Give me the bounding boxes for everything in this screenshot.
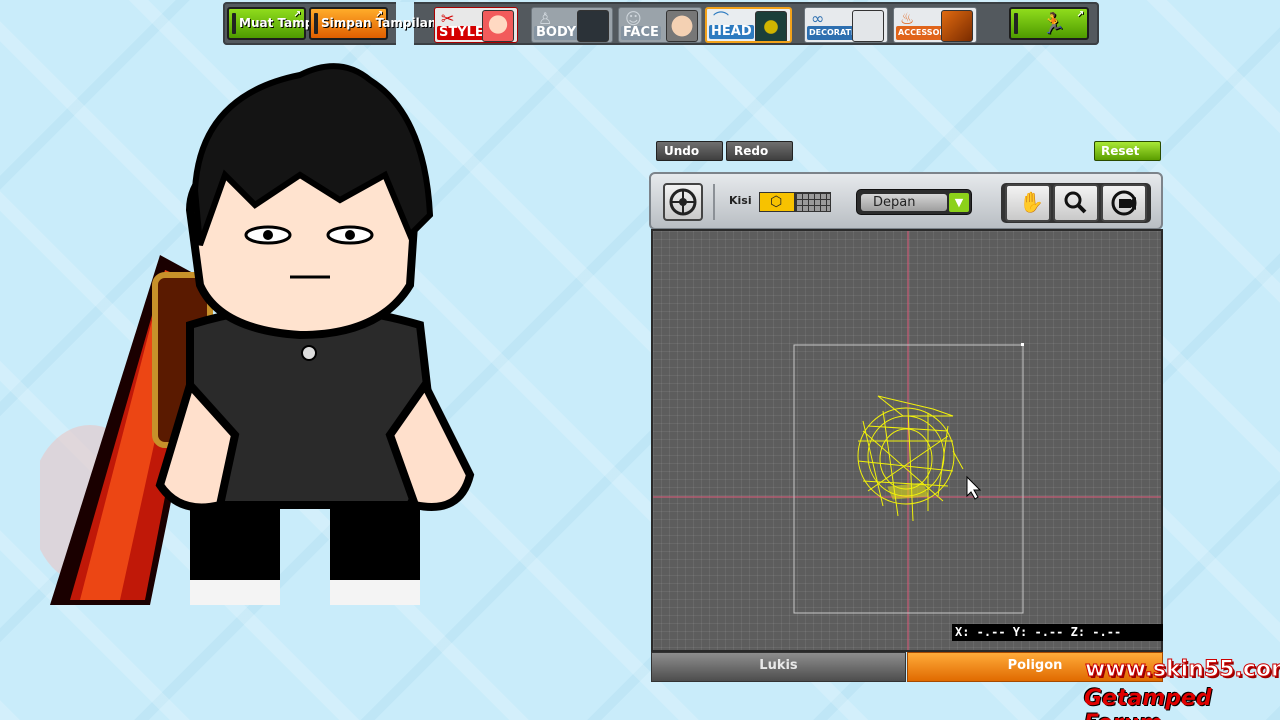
reset-button[interactable]: Reset bbox=[1094, 141, 1161, 161]
pan-button[interactable]: ✋ bbox=[1005, 184, 1051, 222]
editor-toolbar: Kisi ⬡ Depan ▼ ✋ bbox=[649, 172, 1163, 230]
wheel-icon bbox=[669, 188, 697, 216]
category-style-label: STYLE bbox=[437, 25, 486, 40]
toolbar-separator bbox=[713, 184, 715, 220]
watermark-forum: Getamped Forum bbox=[1084, 686, 1212, 720]
head-wireframe bbox=[857, 395, 964, 522]
pendant bbox=[301, 345, 317, 361]
exit-icon: 🏃 bbox=[1041, 11, 1066, 35]
load-look-button[interactable]: Muat Tampilan ↗ bbox=[227, 7, 338, 40]
pan-hand-icon: ✋ bbox=[1019, 190, 1044, 214]
chevron-down-icon: ▼ bbox=[949, 193, 969, 212]
model-viewport[interactable] bbox=[651, 229, 1163, 652]
view-select[interactable]: Depan ▼ bbox=[856, 189, 972, 215]
viewport-drawing bbox=[653, 231, 1161, 650]
rotate-camera-button[interactable] bbox=[1101, 184, 1147, 222]
tab-lukis[interactable]: Lukis bbox=[651, 652, 906, 682]
undo-button[interactable]: Undo bbox=[656, 141, 723, 161]
left-shoe bbox=[190, 580, 280, 605]
right-shoe bbox=[330, 580, 420, 605]
body-thumbnail bbox=[577, 10, 609, 42]
style-thumbnail bbox=[482, 10, 514, 42]
category-face[interactable]: ☺ FACE bbox=[618, 7, 702, 43]
right-pupil bbox=[345, 230, 355, 240]
accessory-thumbnail bbox=[941, 10, 973, 42]
exit-button[interactable]: 🏃 ↗ bbox=[1009, 7, 1089, 40]
left-pupil bbox=[263, 230, 273, 240]
category-accessory[interactable]: ♨ ACCESSORY bbox=[893, 7, 977, 43]
category-head[interactable]: ⌒ HEAD bbox=[705, 7, 792, 43]
category-face-label: FACE bbox=[621, 25, 661, 40]
camera-tools-group: ✋ bbox=[1001, 183, 1151, 223]
category-head-label: HEAD bbox=[709, 24, 754, 39]
zoom-button[interactable] bbox=[1053, 184, 1099, 222]
category-style[interactable]: ✂ STYLE bbox=[434, 7, 518, 43]
grid-hex-toggle[interactable]: ⬡ bbox=[759, 192, 795, 212]
character-preview bbox=[40, 63, 475, 605]
expand-arrow-icon: ↗ bbox=[375, 10, 383, 20]
rotate-camera-icon bbox=[1111, 190, 1137, 216]
decoration-thumbnail bbox=[852, 10, 884, 42]
redo-button[interactable]: Redo bbox=[726, 141, 793, 161]
mouse-cursor-icon bbox=[966, 475, 982, 500]
expand-arrow-icon: ↗ bbox=[293, 10, 301, 20]
save-look-button[interactable]: Simpan Tampilan ↗ bbox=[309, 7, 436, 40]
grid-square-toggle[interactable] bbox=[795, 192, 831, 212]
face-thumbnail bbox=[666, 10, 698, 42]
coordinate-readout: X: -.-- Y: -.-- Z: -.-- bbox=[952, 624, 1163, 641]
watermark-site: www.skin55.com bbox=[1085, 657, 1280, 683]
head-thumbnail bbox=[755, 11, 787, 41]
wheel-tool-button[interactable] bbox=[663, 183, 703, 221]
category-body[interactable]: ♙ BODY bbox=[531, 7, 613, 43]
grid-label: Kisi bbox=[729, 194, 752, 207]
frame-handle bbox=[1021, 343, 1024, 346]
category-body-label: BODY bbox=[534, 25, 579, 40]
category-decoration[interactable]: ∞ DECORATION bbox=[804, 7, 888, 43]
hex-grid-icon: ⬡ bbox=[770, 194, 783, 210]
zoom-icon bbox=[1064, 191, 1087, 214]
expand-arrow-icon: ↗ bbox=[1076, 10, 1084, 20]
view-select-value: Depan bbox=[861, 194, 947, 211]
top-toolbar: Muat Tampilan ↗ Simpan Tampilan ↗ ✂ STYLE … bbox=[223, 2, 1099, 45]
